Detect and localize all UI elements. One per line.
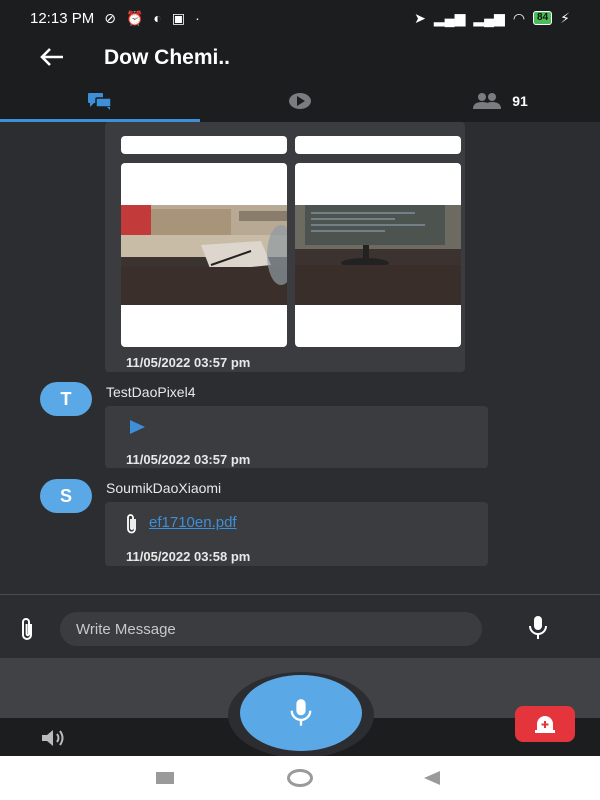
alarm-bell-icon <box>535 716 555 733</box>
message-timestamp: 11/05/2022 03:58 pm <box>126 549 251 564</box>
group-icon <box>473 93 502 109</box>
member-count: 91 <box>512 93 528 109</box>
message-input[interactable] <box>60 612 482 646</box>
microphone-icon <box>290 699 312 726</box>
avatar[interactable]: T <box>40 382 92 416</box>
charging-icon: ⚡ <box>560 9 570 26</box>
sender-name: SoumikDaoXiaomi <box>106 480 222 496</box>
status-bar: 12:13 PM ⊘ ⏰ ◐ ▣ · ➤ ▂▄▆ ▂▄▆ ◠ 84 ⚡ <box>0 0 600 36</box>
play-circle-icon <box>289 93 311 109</box>
avatar[interactable]: S <box>40 479 92 513</box>
signal-icon: ▂▄▆ <box>433 9 466 26</box>
sender-name: TestDaoPixel4 <box>106 384 196 400</box>
voice-record-button[interactable] <box>526 615 550 646</box>
tab-chat[interactable] <box>0 80 200 122</box>
play-icon[interactable] <box>130 420 145 434</box>
message-list[interactable]: 11/05/2022 03:57 pm T TestDaoPixel4 11/0… <box>0 122 600 594</box>
image-thumbnail[interactable] <box>295 163 461 347</box>
paperclip-icon <box>22 618 32 640</box>
paperclip-icon <box>127 514 136 534</box>
page-title: Dow Chemi.. <box>104 46 231 69</box>
location-icon: ➤ <box>414 9 426 26</box>
chat-bubbles-icon <box>88 93 112 110</box>
push-to-talk-button[interactable] <box>240 675 362 751</box>
speaker-icon <box>42 730 64 746</box>
file-link[interactable]: ef1710en.pdf <box>149 514 237 531</box>
microphone-icon <box>529 616 547 639</box>
emergency-alert-button[interactable] <box>515 706 575 742</box>
back-button[interactable] <box>0 42 104 74</box>
alarm-clock-icon: ⏰ <box>125 9 144 26</box>
app-bar: Dow Chemi.. <box>0 36 600 80</box>
status-time: 12:13 PM <box>30 9 95 27</box>
tab-members[interactable]: 91 <box>400 80 600 122</box>
arrow-left-icon <box>40 48 63 66</box>
data-saver-icon: ◐ <box>153 10 162 26</box>
notification-icon: ▣ <box>171 9 186 26</box>
tab-media[interactable] <box>200 80 400 122</box>
tab-bar: 91 <box>0 80 600 122</box>
message-timestamp: 11/05/2022 03:57 pm <box>126 452 251 467</box>
chat-screen: 12:13 PM ⊘ ⏰ ◐ ▣ · ➤ ▂▄▆ ▂▄▆ ◠ 84 ⚡ Dow … <box>0 0 600 800</box>
battery-icon: 84 <box>533 11 553 25</box>
monitor-photo <box>295 205 461 305</box>
desk-photo <box>121 205 287 305</box>
system-nav-bar <box>0 756 600 800</box>
message-timestamp: 11/05/2022 03:57 pm <box>126 355 251 370</box>
speaker-button[interactable] <box>40 728 68 753</box>
system-back-button[interactable] <box>424 771 440 785</box>
recents-button[interactable] <box>156 772 174 784</box>
image-thumbnail[interactable] <box>121 163 287 347</box>
signal-icon: ▂▄▆ <box>473 9 505 26</box>
composer-bar <box>0 594 600 658</box>
mute-icon: ⊘ <box>104 9 116 26</box>
image-thumbnail[interactable] <box>295 136 461 154</box>
attach-button[interactable] <box>18 617 36 646</box>
home-button[interactable] <box>287 769 313 787</box>
dot-icon: · <box>195 10 200 26</box>
image-thumbnail[interactable] <box>121 136 287 154</box>
wifi-icon: ◠ <box>512 9 526 26</box>
